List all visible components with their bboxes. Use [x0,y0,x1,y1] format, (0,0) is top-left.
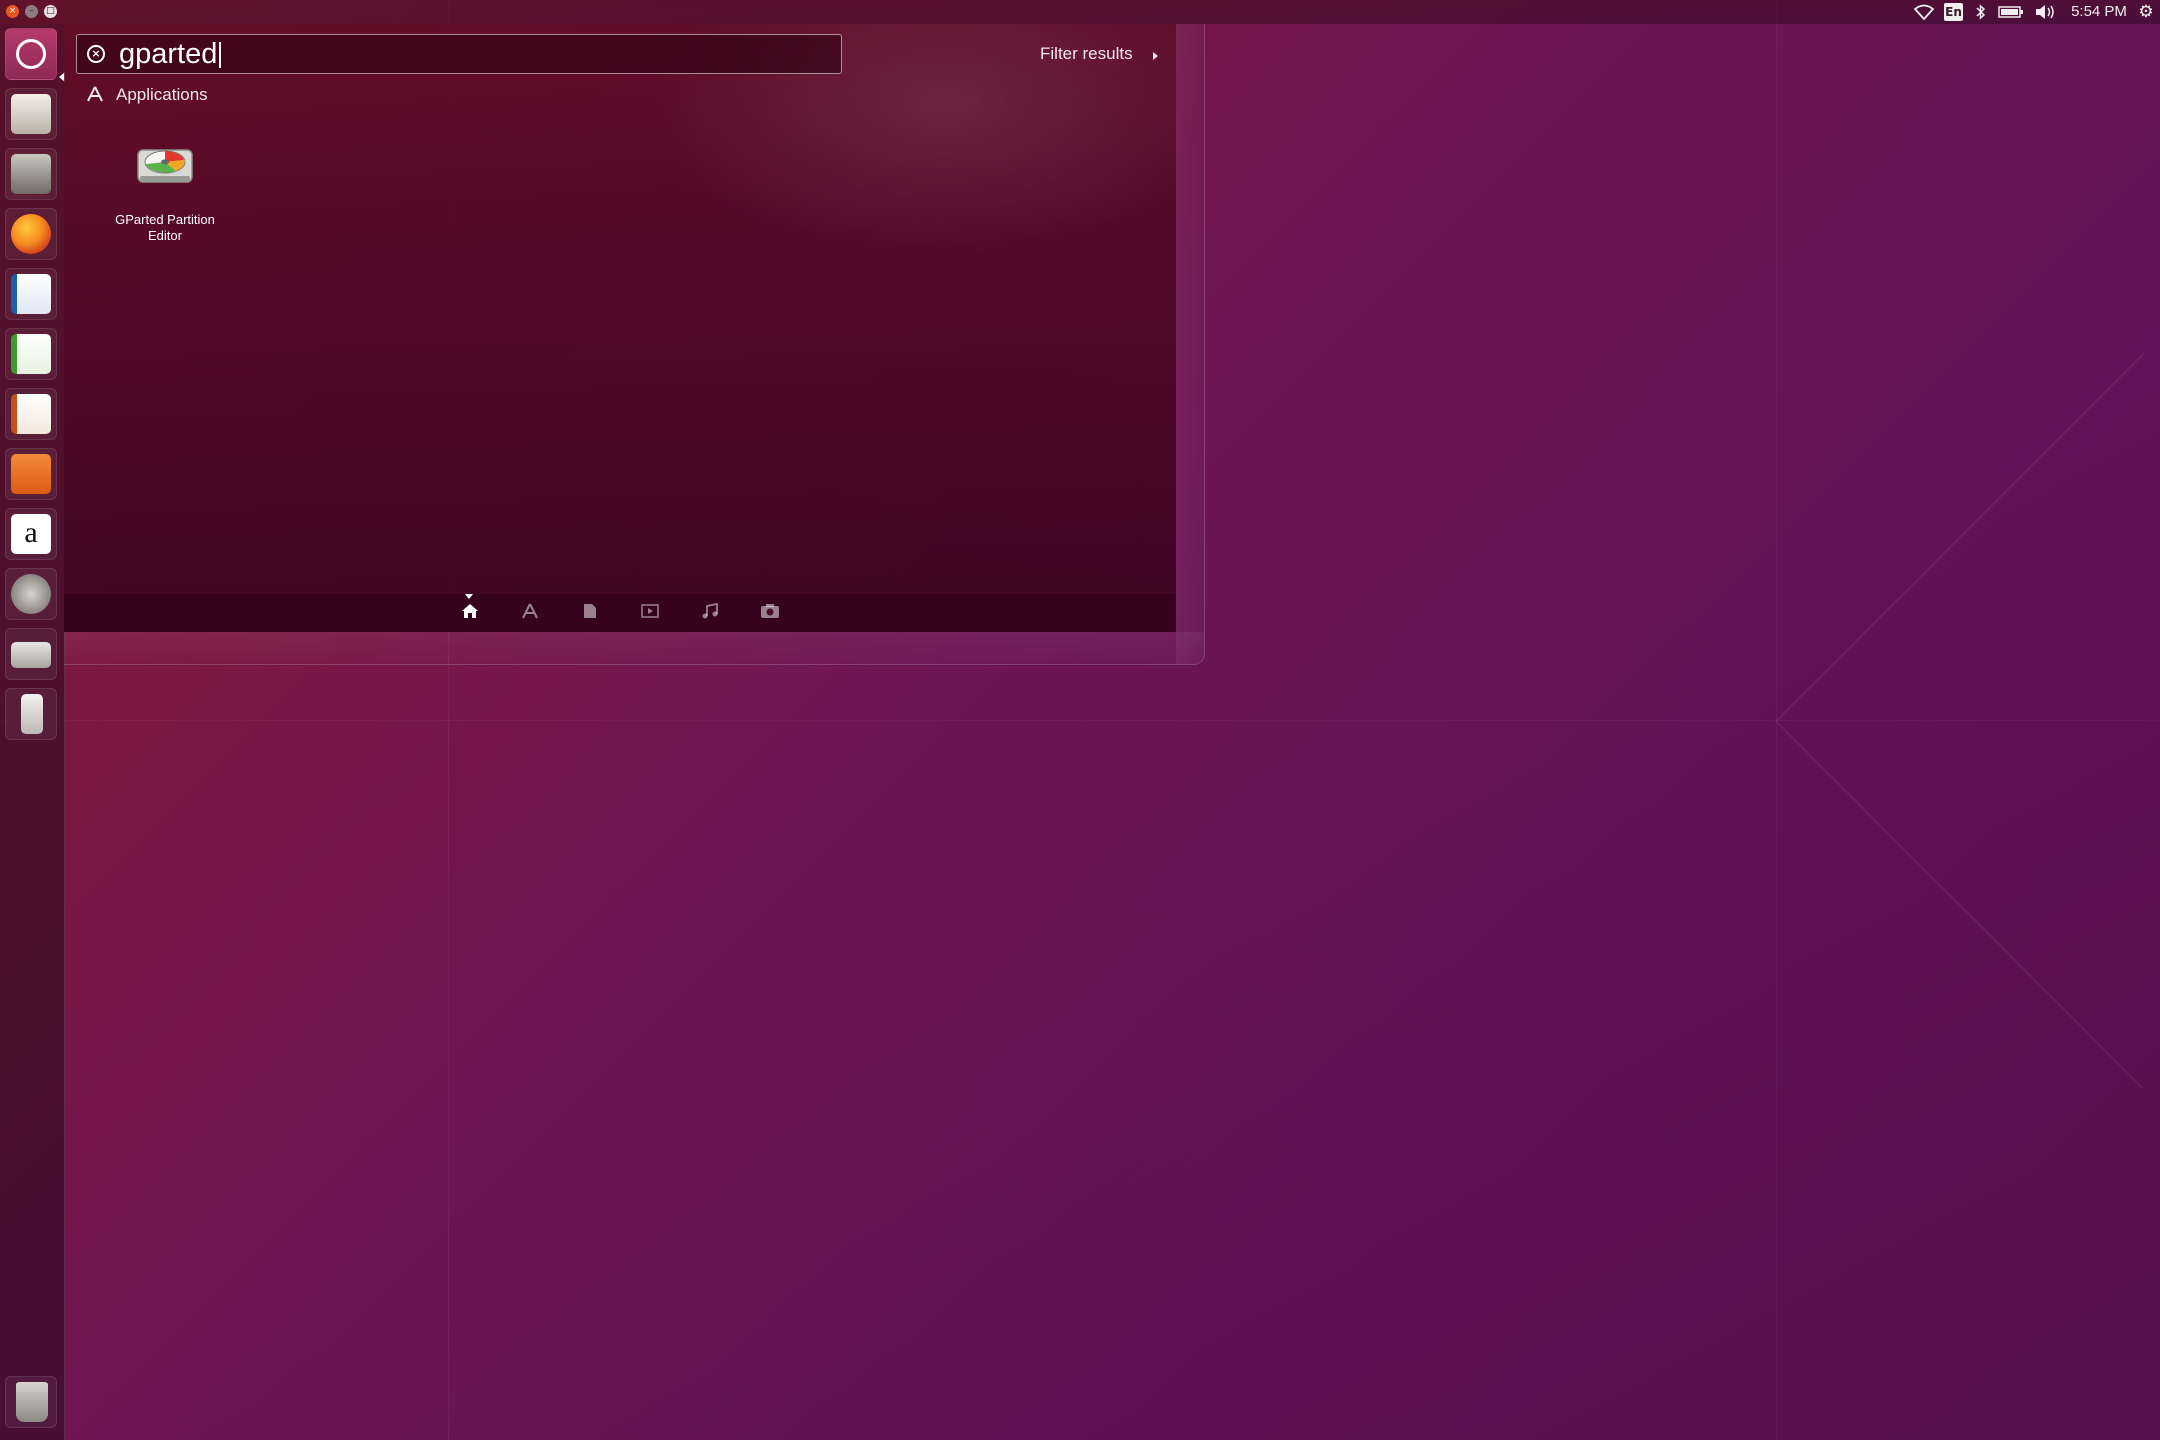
window-minimize-button[interactable]: – [25,5,38,18]
wifi-icon[interactable] [1912,0,1936,24]
install-ubuntu-launcher[interactable] [5,88,57,140]
top-panel: × – □ En 5:54 PM ⚙ [0,0,2160,24]
ubuntu-logo-icon [16,39,46,69]
home-lens-icon[interactable] [458,602,482,626]
result-label: GParted Partition Editor [115,212,215,243]
text-caret [219,42,221,68]
files-launcher[interactable] [5,148,57,200]
files-lens-icon[interactable] [578,602,602,626]
system-settings-launcher[interactable] [5,568,57,620]
dash-panel [64,24,1176,632]
clock[interactable]: 5:54 PM [2064,0,2134,24]
category-heading: Applications [116,85,208,104]
software-bag-icon [11,454,51,494]
libreoffice-impress-icon [11,394,51,434]
settings-gear-icon [11,574,51,614]
applications-lens-icon[interactable] [518,602,542,626]
system-gear-icon[interactable]: ⚙ [2134,0,2158,24]
launcher: a [0,24,65,1440]
video-lens-icon[interactable] [638,602,662,626]
applications-category-icon [86,86,104,107]
keyboard-layout-indicator[interactable]: En [1944,3,1963,21]
usb-drive-launcher[interactable] [5,688,57,740]
battery-icon[interactable] [1997,0,2025,24]
usb-drive-icon [21,694,43,734]
clear-search-icon[interactable]: × [87,45,105,63]
window-close-button[interactable]: × [6,5,19,18]
firefox-launcher[interactable] [5,208,57,260]
trash-icon [16,1382,48,1422]
libreoffice-writer-icon [11,274,51,314]
dash-frame-edge [1176,24,1205,664]
file-cabinet-icon [11,154,51,194]
amazon-launcher[interactable]: a [5,508,57,560]
amazon-icon: a [11,514,51,554]
dash-frame-edge [64,632,1204,665]
writer-launcher[interactable] [5,268,57,320]
hard-drive-icon [11,642,51,668]
impress-launcher[interactable] [5,388,57,440]
lens-bar [64,594,1176,632]
search-input[interactable]: × gparted [76,34,842,74]
volume-icon[interactable] [2033,0,2057,24]
dash-home-button[interactable] [5,28,57,80]
libreoffice-calc-icon [11,334,51,374]
filter-results-button[interactable]: Filter results [1040,42,1133,66]
firefox-icon [11,214,51,254]
trash-launcher[interactable] [5,1376,57,1428]
photos-lens-icon[interactable] [758,602,782,626]
music-lens-icon[interactable] [698,602,722,626]
bluetooth-icon[interactable] [1972,0,1990,24]
window-maximize-button[interactable]: □ [44,5,57,18]
chevron-right-icon[interactable] [1153,52,1158,60]
search-query-text[interactable]: gparted [119,37,217,71]
gparted-icon [136,142,194,186]
installer-icon [11,94,51,134]
calc-launcher[interactable] [5,328,57,380]
result-app-gparted[interactable]: GParted Partition Editor [90,128,240,258]
active-lens-indicator [465,594,473,599]
drive-launcher[interactable] [5,628,57,680]
ubuntu-software-launcher[interactable] [5,448,57,500]
